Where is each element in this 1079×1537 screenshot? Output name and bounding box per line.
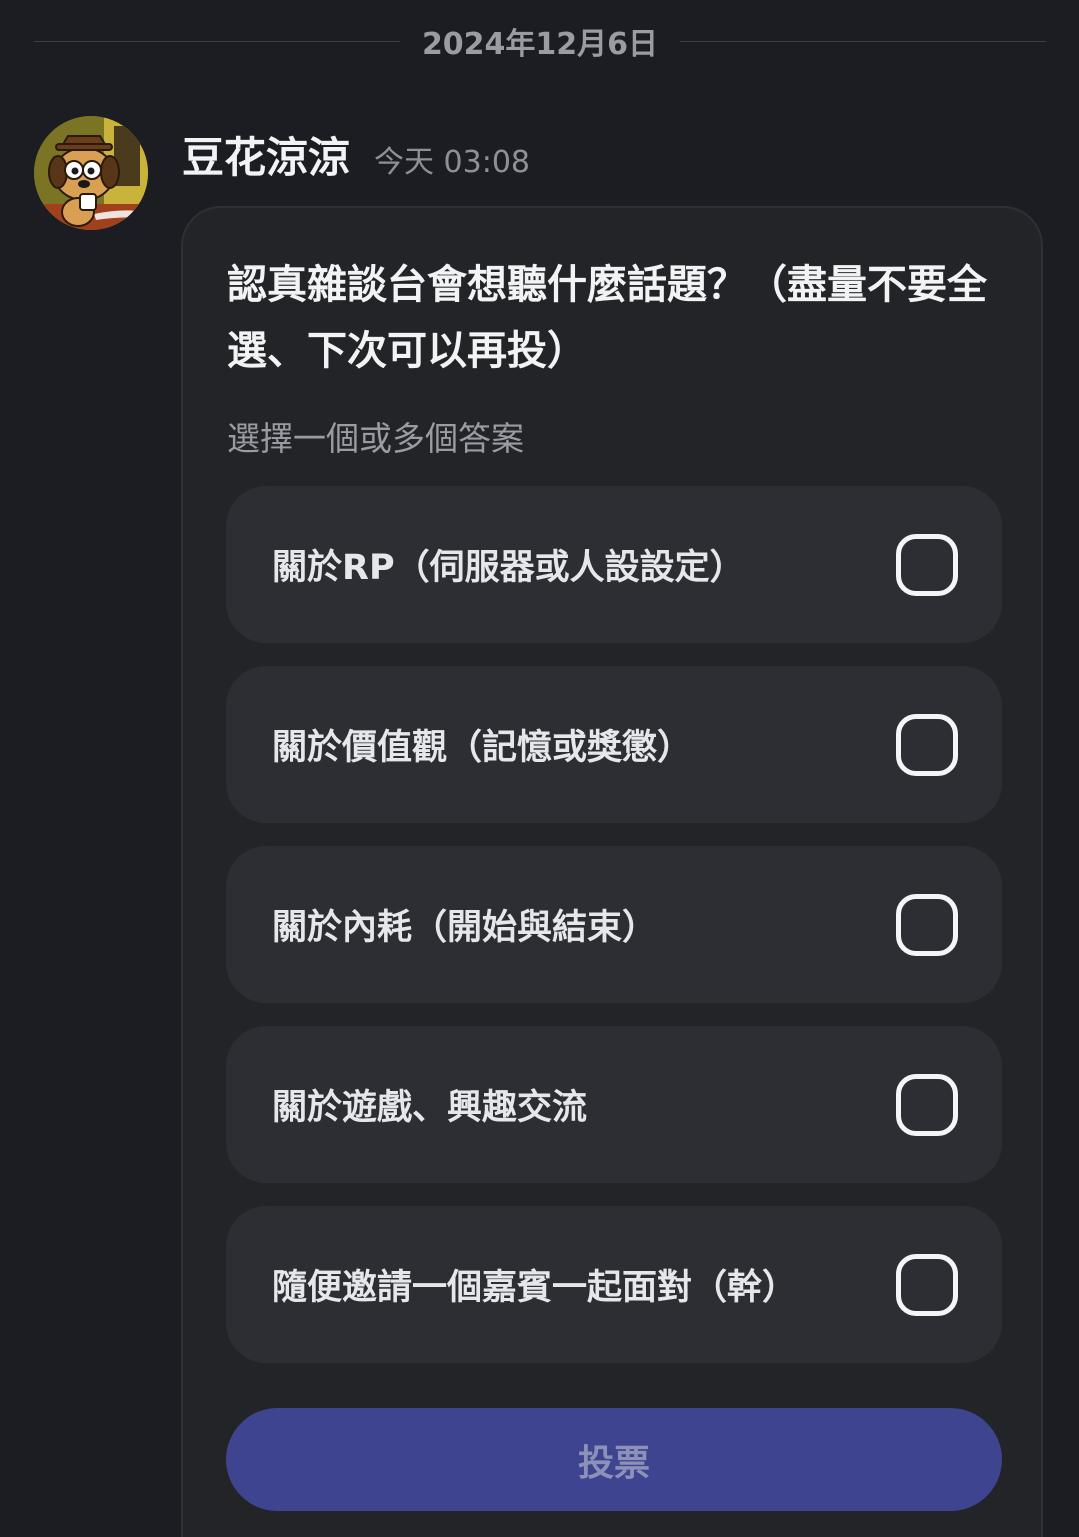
poll-subtitle: 選擇一個或多個答案: [227, 419, 524, 458]
avatar[interactable]: [34, 116, 148, 230]
divider-line-right: [680, 40, 1046, 42]
poll-option[interactable]: 隨便邀請一個嘉賓一起面對（幹）: [226, 1206, 1002, 1363]
date-divider: 2024年12月6日: [34, 18, 1046, 64]
username[interactable]: 豆花涼涼: [182, 124, 350, 185]
timestamp: 今天 03:08: [374, 145, 531, 180]
poll-option-label: 關於RP（伺服器或人設設定）: [272, 548, 745, 588]
poll-option-label: 關於內耗（開始與結束）: [272, 908, 658, 948]
poll-option-label: 關於遊戲、興趣交流: [272, 1088, 588, 1128]
checkbox-icon[interactable]: [896, 713, 958, 776]
vote-button[interactable]: 投票: [226, 1408, 1002, 1511]
message-header: 豆花涼涼 今天 03:08: [182, 124, 530, 184]
checkbox-icon[interactable]: [896, 1253, 958, 1316]
date-label: 2024年12月6日: [421, 27, 659, 62]
poll-option[interactable]: 關於內耗（開始與結束）: [226, 846, 1002, 1003]
cartoon-dog-avatar-icon: [34, 116, 148, 230]
poll-option[interactable]: 關於遊戲、興趣交流: [226, 1026, 1002, 1183]
checkbox-icon[interactable]: [896, 533, 958, 596]
poll-option[interactable]: 關於價值觀（記憶或獎懲）: [226, 666, 1002, 823]
poll-option[interactable]: 關於RP（伺服器或人設設定）: [226, 486, 1002, 643]
checkbox-icon[interactable]: [896, 1073, 958, 1136]
poll-option-label: 關於價值觀（記憶或獎懲）: [272, 728, 693, 768]
poll-card: 認真雜談台會想聽什麼話題？（盡量不要全選、下次可以再投） 選擇一個或多個答案 關…: [181, 206, 1043, 1537]
poll-option-label: 隨便邀請一個嘉賓一起面對（幹）: [272, 1268, 798, 1308]
divider-line-left: [34, 40, 400, 42]
poll-question: 認真雜談台會想聽什麼話題？（盡量不要全選、下次可以再投）: [227, 262, 987, 374]
checkbox-icon[interactable]: [896, 893, 958, 956]
chat-view: 2024年12月6日 豆花涼涼 今天 03:08 認真雜談台會想聽什麼話題？（盡…: [0, 0, 1079, 1537]
